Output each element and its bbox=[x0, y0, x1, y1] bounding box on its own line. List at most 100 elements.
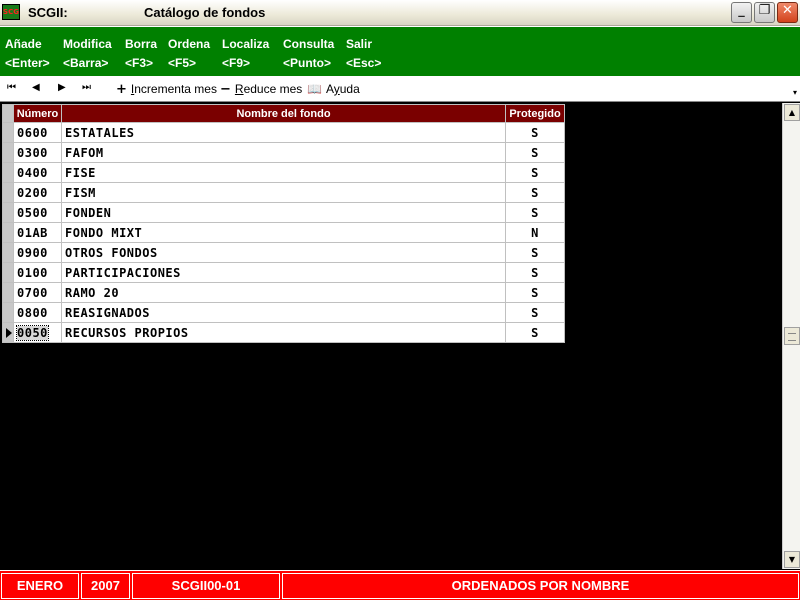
app-logo-icon[interactable]: SCG bbox=[2, 4, 20, 20]
menu-modifica[interactable]: Modifica <Barra> bbox=[63, 35, 112, 73]
scroll-up-icon[interactable]: ▲ bbox=[784, 104, 800, 121]
menu-consulta[interactable]: Consulta <Punto> bbox=[283, 35, 334, 73]
cell-numero[interactable]: 0100 bbox=[13, 262, 62, 283]
cell-numero-focused[interactable]: 0050 bbox=[13, 322, 62, 343]
status-message: ORDENADOS POR NOMBRE bbox=[282, 573, 799, 599]
menu-shortcut: <Punto> bbox=[283, 56, 332, 70]
row-selector[interactable] bbox=[2, 302, 14, 323]
cell-nombre[interactable]: OTROS FONDOS bbox=[61, 242, 506, 263]
scroll-down-icon[interactable]: ▼ bbox=[784, 551, 800, 568]
row-selector[interactable] bbox=[2, 282, 14, 303]
column-header-nombre[interactable]: Nombre del fondo bbox=[61, 104, 506, 123]
table-row[interactable]: 0800 REASIGNADOS S bbox=[2, 302, 565, 323]
menu-label: Salir bbox=[346, 37, 373, 51]
cell-nombre[interactable]: FISE bbox=[61, 162, 506, 183]
row-selector[interactable] bbox=[2, 262, 14, 283]
menu-localiza[interactable]: Localiza <F9> bbox=[222, 35, 269, 73]
cell-nombre[interactable]: PARTICIPACIONES bbox=[61, 262, 506, 283]
table-row[interactable]: 0600 ESTATALES S bbox=[2, 122, 565, 143]
menu-ordena[interactable]: Ordena <F5> bbox=[168, 35, 210, 73]
menu-shortcut: <F9> bbox=[222, 56, 251, 70]
cell-protegido[interactable]: N bbox=[505, 222, 565, 243]
status-year: 2007 bbox=[81, 573, 130, 599]
cell-protegido[interactable]: S bbox=[505, 122, 565, 143]
cell-nombre[interactable]: RECURSOS PROPIOS bbox=[61, 322, 506, 343]
first-record-icon[interactable]: ⏮ bbox=[7, 82, 16, 93]
minimize-icon[interactable]: _ bbox=[731, 2, 752, 23]
close-icon[interactable]: ✕ bbox=[777, 2, 798, 23]
cell-numero[interactable]: 0800 bbox=[13, 302, 62, 323]
table-row[interactable]: 0700 RAMO 20 S bbox=[2, 282, 565, 303]
chevron-down-icon[interactable]: ▾ bbox=[793, 88, 797, 97]
row-selector-header bbox=[2, 104, 14, 123]
column-header-numero[interactable]: Número bbox=[13, 104, 62, 123]
cell-numero[interactable]: 0300 bbox=[13, 142, 62, 163]
cell-numero[interactable]: 0400 bbox=[13, 162, 62, 183]
reduce-label: educe mes bbox=[243, 82, 303, 96]
cell-nombre[interactable]: FAFOM bbox=[61, 142, 506, 163]
table-row-selected[interactable]: 0050 RECURSOS PROPIOS S bbox=[2, 322, 565, 343]
menu-label: Borra bbox=[125, 37, 158, 51]
table-row[interactable]: 0400 FISE S bbox=[2, 162, 565, 183]
incrementa-label: ncrementa mes bbox=[134, 82, 217, 96]
row-selector[interactable] bbox=[2, 222, 14, 243]
cell-nombre[interactable]: RAMO 20 bbox=[61, 282, 506, 303]
menu-anade[interactable]: Añade <Enter> bbox=[5, 35, 50, 73]
table-row[interactable]: 0300 FAFOM S bbox=[2, 142, 565, 163]
status-bar: ENERO 2007 SCGII00-01 ORDENADOS POR NOMB… bbox=[0, 570, 800, 600]
cell-numero[interactable]: 0200 bbox=[13, 182, 62, 203]
cell-protegido[interactable]: S bbox=[505, 302, 565, 323]
cell-numero[interactable]: 0500 bbox=[13, 202, 62, 223]
table-row[interactable]: 0500 FONDEN S bbox=[2, 202, 565, 223]
menu-borra[interactable]: Borra <F3> bbox=[125, 35, 157, 73]
menu-bar: Añade <Enter> Modifica <Barra> Borra <F3… bbox=[0, 26, 800, 76]
cell-protegido[interactable]: S bbox=[505, 262, 565, 283]
cell-numero[interactable]: 0900 bbox=[13, 242, 62, 263]
cell-nombre[interactable]: FONDO MIXT bbox=[61, 222, 506, 243]
menu-shortcut: <Enter> bbox=[5, 56, 50, 70]
row-selector[interactable] bbox=[2, 242, 14, 263]
plus-icon: + bbox=[116, 82, 127, 97]
table-row[interactable]: 0900 OTROS FONDOS S bbox=[2, 242, 565, 263]
cell-protegido[interactable]: S bbox=[505, 242, 565, 263]
prev-record-icon[interactable]: ◀ bbox=[32, 82, 40, 93]
incrementa-mes-button[interactable]: + Incrementa mes bbox=[116, 82, 217, 97]
ayuda-button[interactable]: 📖 Ayuda bbox=[307, 82, 360, 96]
row-selector[interactable] bbox=[2, 142, 14, 163]
cell-protegido[interactable]: S bbox=[505, 202, 565, 223]
row-selector[interactable] bbox=[2, 202, 14, 223]
vertical-scrollbar[interactable]: ▲ ▼ bbox=[782, 103, 800, 569]
menu-salir[interactable]: Salir <Esc> bbox=[346, 35, 381, 73]
cell-protegido[interactable]: S bbox=[505, 162, 565, 183]
menu-label: Localiza bbox=[222, 37, 270, 51]
row-selector[interactable] bbox=[2, 122, 14, 143]
status-module: SCGII00-01 bbox=[132, 573, 280, 599]
scroll-thumb[interactable] bbox=[784, 327, 800, 345]
cell-numero[interactable]: 01AB bbox=[13, 222, 62, 243]
last-record-icon[interactable]: ⏭ bbox=[82, 82, 91, 93]
menu-label: Modifica bbox=[63, 37, 112, 51]
cell-nombre[interactable]: ESTATALES bbox=[61, 122, 506, 143]
restore-icon[interactable]: ❐ bbox=[754, 2, 775, 23]
reduce-mes-button[interactable]: − Reduce mes bbox=[220, 82, 302, 97]
cell-protegido[interactable]: S bbox=[505, 182, 565, 203]
menu-label: Ordena bbox=[168, 37, 211, 51]
row-selector[interactable] bbox=[2, 182, 14, 203]
current-row-indicator[interactable] bbox=[2, 322, 14, 343]
cell-nombre[interactable]: FISM bbox=[61, 182, 506, 203]
cell-numero[interactable]: 0600 bbox=[13, 122, 62, 143]
cell-protegido[interactable]: S bbox=[505, 282, 565, 303]
table-row[interactable]: 0200 FISM S bbox=[2, 182, 565, 203]
table-row[interactable]: 0100 PARTICIPACIONES S bbox=[2, 262, 565, 283]
cell-nombre[interactable]: FONDEN bbox=[61, 202, 506, 223]
row-selector[interactable] bbox=[2, 162, 14, 183]
cell-numero[interactable]: 0700 bbox=[13, 282, 62, 303]
table-row[interactable]: 01AB FONDO MIXT N bbox=[2, 222, 565, 243]
toolbar: ⏮ ◀ ▶ ⏭ + Incrementa mes − Reduce mes 📖 Ayu… bbox=[0, 76, 800, 102]
column-header-protegido[interactable]: Protegido bbox=[505, 104, 565, 123]
cell-protegido[interactable]: S bbox=[505, 142, 565, 163]
cell-nombre[interactable]: REASIGNADOS bbox=[61, 302, 506, 323]
next-record-icon[interactable]: ▶ bbox=[58, 82, 66, 93]
title-bar: SCG SCGII: Catálogo de fondos _ ❐ ✕ bbox=[0, 0, 800, 26]
cell-protegido[interactable]: S bbox=[505, 322, 565, 343]
